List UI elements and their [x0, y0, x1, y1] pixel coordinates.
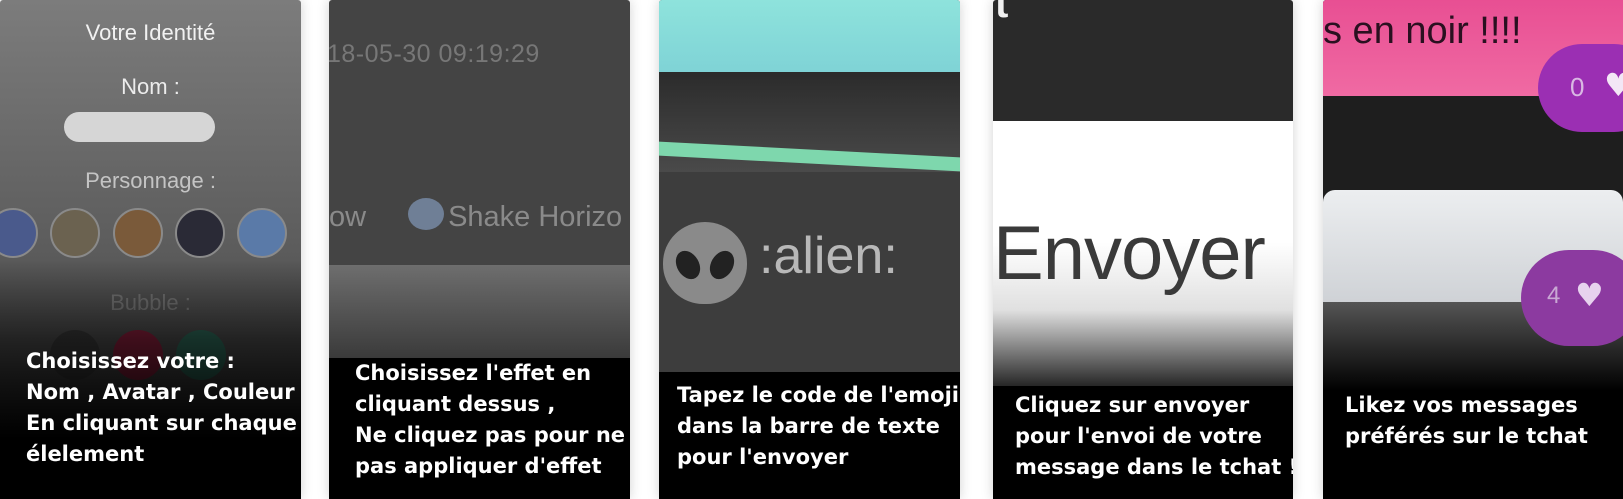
tutorial-card-emoji: :alien: Tapez le code de l'emoji dans la… — [659, 0, 960, 499]
card-caption: Likez vos messages préférés sur le tchat — [1323, 390, 1623, 499]
caption-line: Ne cliquez pas pour ne — [355, 423, 626, 447]
caption-line: Choisissez l'effet en — [355, 361, 592, 385]
caption-line: pour l'envoi de votre — [1015, 424, 1262, 448]
heart-icon: ♥ — [1604, 66, 1623, 104]
caption-line: cliquant dessus , — [355, 392, 556, 416]
card-caption: Choisissez l'effet en cliquant dessus , … — [329, 358, 630, 499]
effect-option[interactable]: Shake Horizo — [448, 201, 622, 233]
caption-line: pour l'envoyer — [677, 445, 849, 469]
avatar-option[interactable] — [175, 208, 225, 258]
avatar-option[interactable] — [50, 208, 100, 258]
identity-title: Votre Identité — [85, 20, 216, 45]
caption-line: Likez vos messages — [1345, 393, 1578, 417]
avatar-row — [0, 208, 301, 262]
caption-line: préférés sur le tchat — [1345, 424, 1588, 448]
caption-line: pas appliquer d'effet — [355, 454, 602, 478]
tutorial-card-send: t Envoyer Cliquez sur envoyer pour l'env… — [993, 0, 1293, 499]
caption-line: dans la barre de texte — [677, 414, 940, 438]
card-caption: Choisissez votre : Nom , Avatar , Couleu… — [0, 346, 301, 499]
effect-option[interactable]: ow — [329, 201, 366, 233]
alien-emoji-icon — [663, 222, 747, 304]
name-input[interactable] — [64, 112, 215, 142]
tutorial-card-effects: 18-05-30 09:19:29 ow Shake Horizo Choisis… — [329, 0, 630, 499]
like-button[interactable]: 0 ♥ — [1538, 44, 1623, 132]
bubble-label: Bubble : — [110, 290, 191, 315]
caption-line: Choisissez votre : — [26, 349, 235, 373]
header-band — [659, 0, 960, 72]
message-text: s en noir !!!! — [1323, 10, 1522, 52]
caption-line: message dans le tchat ! — [1015, 455, 1293, 479]
like-count: 4 — [1547, 282, 1561, 309]
emoji-code: :alien: — [759, 227, 898, 285]
message-timestamp: 18-05-30 09:19:29 — [329, 40, 540, 68]
card-caption: Tapez le code de l'emoji dans la barre d… — [659, 372, 960, 499]
send-button[interactable]: Envoyer — [993, 210, 1266, 297]
caption-line: En cliquant sur chaque — [26, 411, 297, 435]
chat-bubble-icon — [408, 198, 445, 230]
heart-icon: ♥ — [1575, 276, 1604, 314]
like-button[interactable]: 4 ♥ — [1521, 250, 1623, 346]
caption-line: Tapez le code de l'emoji — [677, 383, 959, 407]
avatar-option[interactable] — [0, 208, 38, 258]
tutorial-card-identity: Votre Identité Nom : Personnage : Bubble… — [0, 0, 301, 499]
header-glyph: t — [995, 0, 1009, 26]
caption-line: élelement — [26, 442, 145, 466]
effect-options: ow Shake Horizo — [329, 198, 630, 234]
tutorial-card-likes: s en noir !!!! 0 ♥ 4 ♥ Likez vos message… — [1323, 0, 1623, 499]
like-count: 0 — [1570, 72, 1585, 102]
avatar-option[interactable] — [237, 208, 287, 258]
dark-header: t — [993, 0, 1293, 121]
avatar-option[interactable] — [113, 208, 163, 258]
card-caption: Cliquez sur envoyer pour l'envoi de votr… — [993, 386, 1293, 499]
name-label: Nom : — [121, 74, 180, 99]
character-label: Personnage : — [85, 168, 216, 193]
caption-line: Cliquez sur envoyer — [1015, 393, 1250, 417]
caption-line: Nom , Avatar , Couleur — [26, 380, 295, 404]
